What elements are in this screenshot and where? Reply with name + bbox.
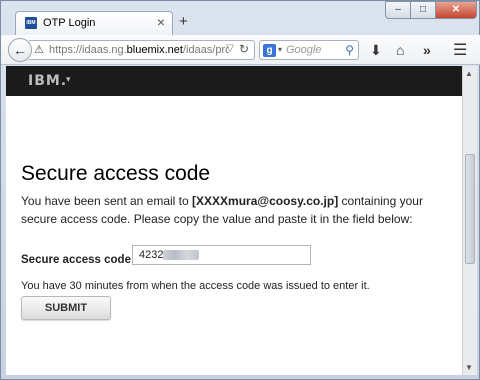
- navigation-bar: ⚠ https://idaas.ng.bluemix.net/idaas/pro…: [1, 35, 480, 65]
- new-tab-button[interactable]: +: [179, 14, 188, 29]
- url-domain: bluemix.net: [126, 44, 183, 56]
- url-suffix: /idaas/prote: [182, 44, 229, 56]
- magnifier-icon[interactable]: ⚲: [345, 43, 354, 57]
- vertical-scrollbar[interactable]: ▲ ▼: [462, 66, 477, 375]
- scrollbar-thumb[interactable]: [465, 154, 475, 264]
- ibm-logo[interactable]: IBM.: [28, 73, 67, 89]
- intro-text-start: You have been sent an email to: [21, 194, 193, 208]
- access-code-input[interactable]: 4232-: [132, 245, 311, 265]
- download-icon[interactable]: ⬇: [370, 42, 382, 59]
- search-engine-dropdown-icon[interactable]: ▾: [278, 45, 282, 54]
- access-code-label-text: Secure access code:: [21, 254, 135, 266]
- url-dropdown-icon[interactable]: ▽: [226, 43, 234, 54]
- tab-title: OTP Login: [43, 17, 96, 29]
- email-address: [XXXXmura@coosy.co.jp]: [192, 194, 339, 208]
- search-input[interactable]: Google: [286, 44, 321, 56]
- ibm-favicon-icon: IBM: [25, 17, 37, 29]
- expiry-note: You have 30 minutes from when the access…: [21, 280, 370, 292]
- page-title: Secure access code: [21, 162, 211, 185]
- page-content: IBM. ▾ Secure access code You have been …: [6, 66, 462, 375]
- access-code-label: Secure access code:*: [21, 249, 140, 266]
- back-arrow-icon: ←: [13, 42, 27, 58]
- redacted-code-blur: [163, 250, 199, 260]
- tab-strip: IBM OTP Login × + – □ ✕: [1, 1, 480, 36]
- intro-text: You have been sent an email to [XXXXmura…: [21, 192, 441, 228]
- window-controls: – □ ✕: [385, 1, 477, 19]
- url-text: https://idaas.ng.bluemix.net/idaas/prote: [49, 44, 229, 56]
- submit-button[interactable]: SUBMIT: [21, 296, 111, 320]
- warning-icon[interactable]: ⚠: [34, 43, 44, 56]
- reload-icon[interactable]: ↻: [239, 42, 249, 56]
- minimize-button[interactable]: –: [385, 1, 411, 19]
- browser-window: IBM OTP Login × + – □ ✕ ⚠ https://idaas.…: [0, 0, 480, 380]
- tab-close-icon[interactable]: ×: [157, 14, 165, 30]
- hamburger-menu-icon[interactable]: ☰: [453, 40, 467, 60]
- scroll-down-icon[interactable]: ▼: [465, 363, 473, 372]
- chevron-double-right-icon[interactable]: »: [423, 42, 431, 58]
- scroll-up-icon[interactable]: ▲: [465, 69, 473, 78]
- chevron-down-icon[interactable]: ▾: [66, 74, 71, 85]
- tab-otp-login[interactable]: IBM OTP Login ×: [15, 11, 173, 36]
- google-icon[interactable]: g: [263, 44, 276, 57]
- url-prefix: https://idaas.ng.: [49, 44, 127, 56]
- search-bar[interactable]: g ▾ Google ⚲: [259, 40, 359, 60]
- close-window-button[interactable]: ✕: [435, 1, 477, 19]
- home-icon[interactable]: ⌂: [396, 42, 404, 58]
- url-bar[interactable]: ⚠ https://idaas.ng.bluemix.net/idaas/pro…: [29, 40, 255, 60]
- back-button[interactable]: ←: [8, 38, 32, 62]
- ibm-header-bar: IBM. ▾: [6, 66, 462, 96]
- maximize-button[interactable]: □: [410, 1, 436, 19]
